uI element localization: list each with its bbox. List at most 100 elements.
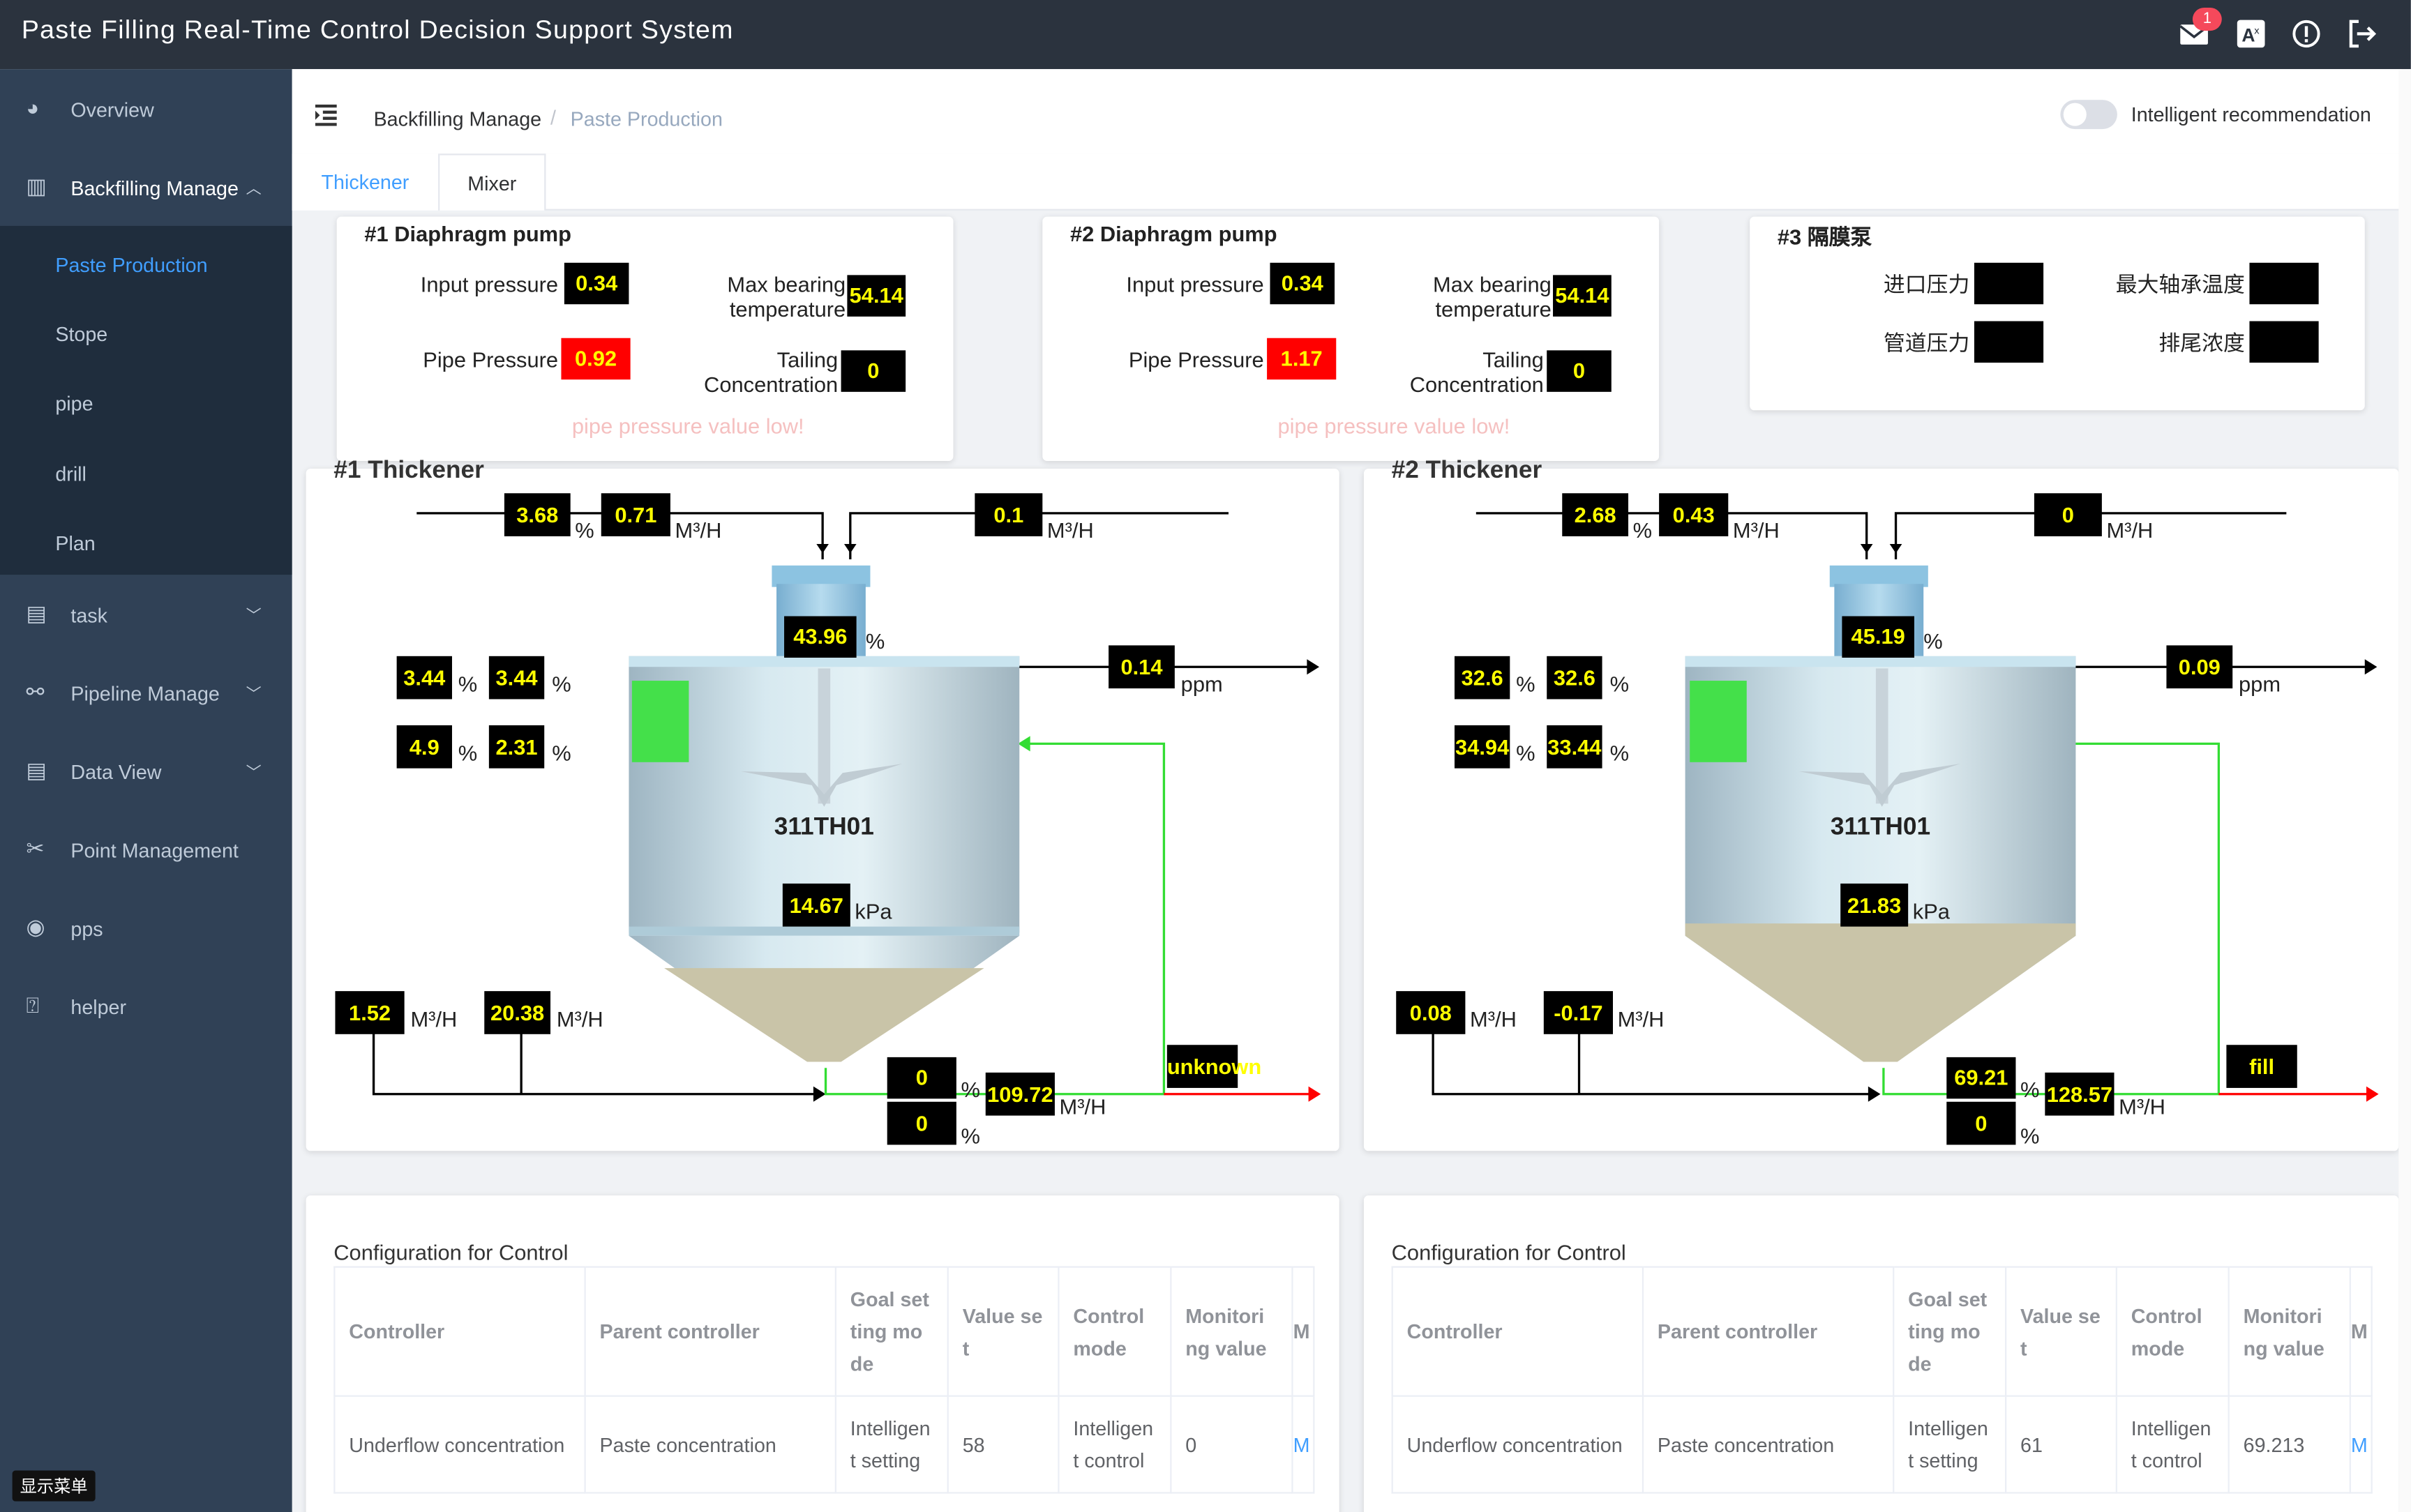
- document-icon: ▤: [26, 600, 47, 626]
- pipe-pressure-value: 1.17: [1267, 338, 1337, 380]
- col-controller: Controller: [333, 1266, 586, 1397]
- overflow-value: 0.14: [1109, 645, 1175, 689]
- eye-icon: ◉: [26, 914, 45, 939]
- thickener-title: #2 Thickener: [1391, 458, 1542, 485]
- breadcrumb-separator: /: [550, 106, 557, 130]
- flocculant-flow-value: 0: [2034, 493, 2102, 536]
- intelligent-recommendation-label: Intelligent recommendation: [2131, 103, 2371, 126]
- percent-unit: %: [865, 628, 885, 653]
- flow-unit: M³/H: [1046, 517, 1094, 543]
- breadcrumb-second: Paste Production: [570, 107, 723, 131]
- percent-unit: %: [961, 1123, 980, 1148]
- tailing-concentration-value: [2249, 321, 2319, 363]
- table-row: Underflow concentration Paste concentrat…: [333, 1395, 1315, 1494]
- pipe-pressure-label: 管道压力: [1883, 330, 1970, 355]
- hamburger-icon[interactable]: [315, 104, 340, 126]
- sidebar-item-pipeline-manage[interactable]: ⚯ Pipeline Manage ﹀: [0, 659, 292, 729]
- document-icon: ▤: [26, 757, 47, 783]
- table-row: Underflow concentration Paste concentrat…: [1391, 1395, 2373, 1494]
- layout-icon: ▥: [26, 173, 47, 199]
- flow-unit: M³/H: [1732, 517, 1780, 543]
- app-root: Paste Filling Real-Time Control Decision…: [0, 0, 2411, 1512]
- col-controller: Controller: [1391, 1266, 1644, 1397]
- cell-modify-link[interactable]: M: [1291, 1395, 1315, 1494]
- tailing-label: Tailing: [776, 347, 839, 372]
- feed-flow-value: 0.43: [1659, 493, 1729, 536]
- intelligent-recommendation-toggle[interactable]: [2060, 100, 2117, 130]
- flow-unit: M³/H: [556, 1006, 603, 1031]
- sidebar-subitem-pipe[interactable]: pipe: [55, 392, 93, 415]
- sidebar-subitem-plan[interactable]: Plan: [55, 531, 95, 554]
- logout-icon[interactable]: [2345, 17, 2378, 50]
- percent-unit: %: [1516, 671, 1535, 697]
- info-icon[interactable]: [2290, 17, 2323, 50]
- cell-control-mode: Intelligen t control: [2115, 1395, 2230, 1494]
- sidebar-item-task[interactable]: ▤ task ﹀: [0, 581, 292, 651]
- percent-unit: %: [961, 1077, 980, 1102]
- page-scrollbar[interactable]: [2398, 69, 2411, 1512]
- col-parent-controller: Parent controller: [1642, 1266, 1895, 1397]
- tab-thickener[interactable]: Thickener: [292, 153, 440, 211]
- pump-warning: pipe pressure value low!: [1277, 413, 1510, 438]
- level-value-4: 2.31: [488, 725, 545, 769]
- pump-title: #2 Diaphragm pump: [1069, 221, 1277, 246]
- col-monitoring-value: Monitori ng value: [2228, 1266, 2351, 1397]
- thickener-panel-1: #1 Thickener 3.68 % 0.71 M³/H 0.1 M³/H 4…: [306, 458, 1339, 1151]
- cell-control-mode: Intelligen t control: [1058, 1395, 1172, 1494]
- config-table: Controller Parent controller Goal set ti…: [1391, 1266, 2373, 1494]
- top-concentration-value: 45.19: [1842, 616, 1914, 658]
- max-bearing-temp-value: 54.14: [1553, 275, 1612, 317]
- flow-unit: M³/H: [675, 517, 722, 543]
- pump-card-2: #2 Diaphragm pump Input pressure 0.34 Pi…: [1042, 216, 1660, 461]
- col-control-mode: Control mode: [1058, 1266, 1172, 1397]
- percent-unit: %: [552, 740, 571, 766]
- chevron-up-icon: ︿: [246, 181, 262, 199]
- tank-name: 311TH01: [774, 814, 874, 841]
- feed-concentration-value: 2.68: [1562, 493, 1629, 536]
- max-bearing-label: Max bearing: [727, 271, 846, 297]
- cell-monitoring-value: 0: [1170, 1395, 1293, 1494]
- level-value-2: 32.6: [1547, 656, 1602, 700]
- ppm-unit: ppm: [1180, 671, 1223, 697]
- app-title: Paste Filling Real-Time Control Decision…: [21, 15, 734, 45]
- sidebar-item-backfilling-manage[interactable]: ▥ Backfilling Manage ︿: [0, 153, 292, 224]
- sidebar-subitem-paste-production[interactable]: Paste Production: [55, 254, 207, 277]
- inlet-flow-value-1: 1.52: [335, 991, 405, 1034]
- input-pressure-label: Input pressure: [1126, 271, 1264, 297]
- underflow-concentration-value-2: 0: [887, 1101, 956, 1145]
- sidebar-item-helper[interactable]: ⍰ helper: [0, 973, 292, 1043]
- pipe-pressure-label: Pipe Pressure: [1128, 347, 1264, 372]
- sidebar-subitem-drill[interactable]: drill: [55, 462, 87, 485]
- sidebar-item-point-management[interactable]: ✂ Point Management: [0, 816, 292, 886]
- status-value: fill: [2226, 1045, 2297, 1088]
- breadcrumb-first[interactable]: Backfilling Manage: [374, 107, 542, 130]
- sidebar-item-overview[interactable]: ◕ Overview: [0, 75, 292, 146]
- sidebar-subitem-stope[interactable]: Stope: [55, 323, 107, 346]
- flow-unit: M³/H: [2106, 517, 2154, 543]
- col-monitoring-value: Monitori ng value: [1170, 1266, 1293, 1397]
- sidebar-item-pps[interactable]: ◉ pps: [0, 894, 292, 965]
- pump-card-3: #3 隔膜泵 进口压力 管道压力 最大轴承温度 排尾浓度: [1750, 216, 2365, 411]
- percent-unit: %: [575, 517, 594, 543]
- pipe-pressure-value: [1974, 321, 2044, 363]
- sidebar-item-data-view[interactable]: ▤ Data View ﹀: [0, 738, 292, 808]
- ppm-unit: ppm: [2239, 671, 2281, 697]
- percent-unit: %: [2020, 1077, 2040, 1102]
- percent-unit: %: [552, 671, 571, 697]
- pump-card-1: #1 Diaphragm pump Input pressure 0.34 Pi…: [336, 216, 954, 461]
- input-pressure-label: Input pressure: [420, 271, 559, 297]
- cell-modify-link[interactable]: M: [2349, 1395, 2373, 1494]
- pipe-pressure-label: Pipe Pressure: [423, 347, 559, 372]
- input-pressure-label: 进口压力: [1883, 271, 1970, 297]
- tab-mixer[interactable]: Mixer: [440, 153, 546, 211]
- max-bearing-temp-value: [2249, 262, 2319, 305]
- show-menu-tag[interactable]: 显示菜单: [12, 1470, 96, 1502]
- config-title: Configuration for Control: [333, 1240, 569, 1265]
- temperature-label: temperature: [1435, 296, 1552, 322]
- percent-unit: %: [1923, 628, 1943, 653]
- translate-icon[interactable]: Ax: [2234, 17, 2267, 50]
- flocculant-flow-value: 0.1: [975, 493, 1043, 536]
- underflow-flow-value: 109.72: [985, 1072, 1055, 1116]
- cell-value-set: 61: [2005, 1395, 2117, 1494]
- kpa-unit: kPa: [855, 898, 892, 924]
